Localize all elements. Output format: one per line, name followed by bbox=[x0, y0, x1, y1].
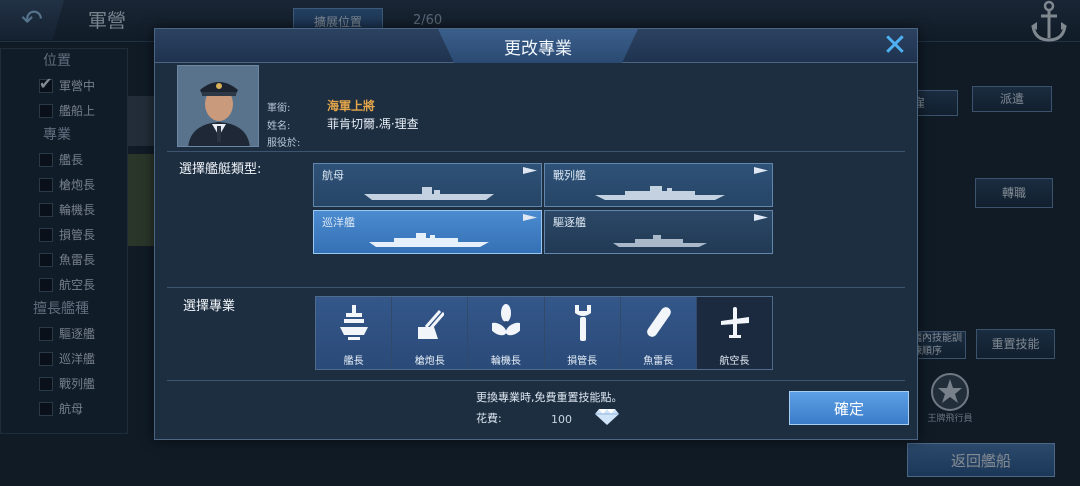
ship-type-carrier[interactable]: 航母 bbox=[313, 163, 542, 207]
cruiser-silhouette-icon bbox=[369, 233, 489, 247]
dialog-header: 更改專業 ✕ bbox=[155, 29, 917, 63]
rank-value: 海軍上將 bbox=[327, 99, 376, 113]
reset-note: 更換專業時,免費重置技能點。 bbox=[476, 391, 623, 404]
profession-label-text: 航空長 bbox=[719, 356, 750, 367]
profession-engineer[interactable]: 輪機長 bbox=[468, 297, 545, 369]
ship-type-battleship[interactable]: 戰列艦 bbox=[544, 163, 773, 207]
profession-label-text: 槍炮長 bbox=[414, 356, 445, 367]
wrench-icon bbox=[574, 305, 591, 341]
ship-type-label-text: 驅逐艦 bbox=[553, 216, 586, 229]
ship-type-cruiser[interactable]: 巡洋艦 bbox=[313, 210, 542, 254]
profession-damage-control[interactable]: 損管長 bbox=[544, 297, 621, 369]
ship-class-badge-icon bbox=[523, 167, 537, 174]
profession-label-text: 輪機長 bbox=[490, 356, 521, 367]
profession-aviation[interactable]: 航空長 bbox=[696, 297, 773, 369]
battleship-silhouette-icon bbox=[595, 186, 725, 200]
profession-gunnery[interactable]: 槍炮長 bbox=[392, 297, 469, 369]
profession-label: 選擇專業 bbox=[183, 299, 236, 314]
profession-label-text: 艦長 bbox=[343, 356, 364, 367]
propeller-icon bbox=[492, 304, 521, 336]
gun-turret-icon bbox=[418, 310, 445, 339]
profession-label-text: 魚雷長 bbox=[643, 356, 674, 367]
confirm-button[interactable]: 確定 bbox=[789, 391, 909, 425]
ship-type-label-text: 航母 bbox=[322, 169, 344, 182]
commander-portrait bbox=[177, 65, 259, 147]
cost-value: 100 bbox=[551, 413, 572, 426]
ship-type-label: 選擇艦艇類型: bbox=[179, 162, 262, 177]
profession-captain[interactable]: 艦長 bbox=[316, 297, 393, 369]
ship-type-label-text: 戰列艦 bbox=[553, 169, 586, 182]
torpedo-icon bbox=[646, 307, 671, 337]
ship-type-label-text: 巡洋艦 bbox=[322, 216, 355, 229]
ship-class-badge-icon bbox=[523, 214, 537, 221]
ship-type-destroyer[interactable]: 驅逐艦 bbox=[544, 210, 773, 254]
profession-label-text: 損管長 bbox=[567, 356, 598, 367]
airplane-icon bbox=[720, 307, 749, 338]
close-icon[interactable]: ✕ bbox=[879, 31, 911, 61]
captain-ship-icon bbox=[340, 305, 368, 340]
carrier-silhouette-icon bbox=[364, 187, 494, 200]
divider bbox=[167, 151, 905, 152]
name-label: 姓名: bbox=[267, 121, 291, 132]
cost-label: 花費: bbox=[476, 412, 502, 425]
dialog-title: 更改專業 bbox=[438, 29, 638, 63]
rank-label: 軍銜: bbox=[267, 103, 291, 114]
profession-torpedo[interactable]: 魚雷長 bbox=[620, 297, 697, 369]
divider bbox=[167, 380, 905, 381]
change-profession-dialog: 更改專業 ✕ 軍銜: 海軍上將 姓名: 菲肯切爾.馮·理查 服役於: 選擇艦艇類… bbox=[154, 28, 918, 440]
ship-class-badge-icon bbox=[754, 214, 768, 221]
diamond-icon bbox=[595, 409, 619, 425]
destroyer-silhouette-icon bbox=[613, 235, 707, 247]
service-label: 服役於: bbox=[267, 138, 301, 149]
profession-selector: 艦長 槍炮長 輪機長 損管長 魚雷長 航空長 bbox=[315, 296, 773, 370]
ship-class-badge-icon bbox=[754, 167, 768, 174]
divider bbox=[167, 287, 905, 288]
commander-name: 菲肯切爾.馮·理查 bbox=[327, 117, 419, 131]
